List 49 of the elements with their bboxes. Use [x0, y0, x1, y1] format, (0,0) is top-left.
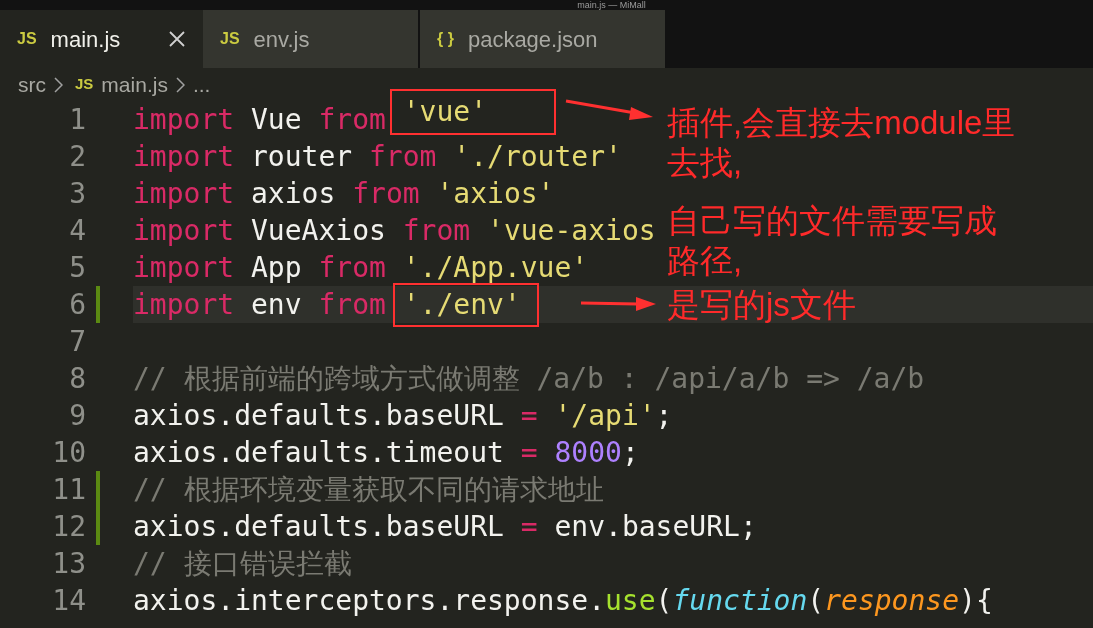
code-line: import App from './App.vue' — [133, 252, 589, 283]
code-line: import VueAxios from 'vue-axios — [133, 215, 656, 246]
code-line: import Vue from — [133, 104, 387, 135]
line-number: 10 — [51, 434, 86, 471]
file-type-icon: JS — [17, 27, 37, 51]
chevron-icon — [54, 76, 63, 93]
line-number: 4 — [68, 212, 86, 249]
code-line: axios.interceptors.response.use(function(response){ — [133, 585, 993, 616]
line-number: 14 — [51, 582, 86, 619]
close-icon[interactable] — [169, 31, 185, 47]
line-number: 9 — [68, 397, 86, 434]
tab-label: env.js — [253, 25, 311, 54]
annotation-note: 是写的js文件 — [667, 285, 856, 325]
tab-label: package.json — [467, 25, 599, 54]
code-line: // 根据环境变量获取不同的请求地址 — [133, 474, 604, 505]
code-line: import axios from 'axios' — [133, 178, 555, 209]
line-number: 7 — [68, 323, 86, 360]
code-line: import env from — [133, 289, 387, 320]
annotation-note: 自己写的文件需要写成 路径, — [667, 201, 997, 281]
window-title: main.js — MiMall — [577, 0, 646, 10]
breadcrumb-item[interactable]: main.js — [101, 68, 168, 101]
line-number: 13 — [51, 545, 86, 582]
boxed-code-string: './env' — [392, 282, 539, 327]
code-line: // 接口错误拦截 — [133, 548, 352, 579]
js-file-icon: JS — [75, 73, 94, 96]
code-line: axios.defaults.timeout = 8000; — [133, 437, 639, 468]
code-line: // 根据前端的跨域方式做调整 /a/b : /api/a/b => /a/b — [133, 363, 925, 394]
editor-tab[interactable]: JS main.js — [0, 10, 203, 68]
line-number: 6 — [68, 286, 86, 323]
file-type-icon: JS — [220, 27, 240, 51]
boxed-code-string: 'vue' — [389, 88, 557, 135]
editor-tab[interactable]: JS env.js — [203, 10, 418, 68]
code-line: import router from './router' — [133, 141, 622, 172]
line-number: 5 — [68, 249, 86, 286]
chevron-icon — [175, 76, 185, 93]
file-type-icon: { } — [437, 27, 454, 51]
line-number: 11 — [51, 471, 86, 508]
breadcrumb-item[interactable]: src — [18, 68, 46, 101]
line-number: 12 — [51, 508, 86, 545]
tab-label: main.js — [50, 25, 122, 54]
editor-tab[interactable]: { } package.json — [420, 10, 665, 68]
code-line: axios.defaults.baseURL = env.baseURL; — [133, 511, 757, 542]
line-number: 8 — [68, 360, 86, 397]
breadcrumb-item[interactable]: ... — [192, 68, 211, 101]
annotation-note: 插件,会直接去module里 去找, — [667, 103, 1016, 183]
line-number: 3 — [68, 175, 86, 212]
code-line: axios.defaults.baseURL = '/api'; — [133, 400, 673, 431]
line-number: 2 — [68, 138, 86, 175]
line-number: 1 — [68, 101, 86, 138]
